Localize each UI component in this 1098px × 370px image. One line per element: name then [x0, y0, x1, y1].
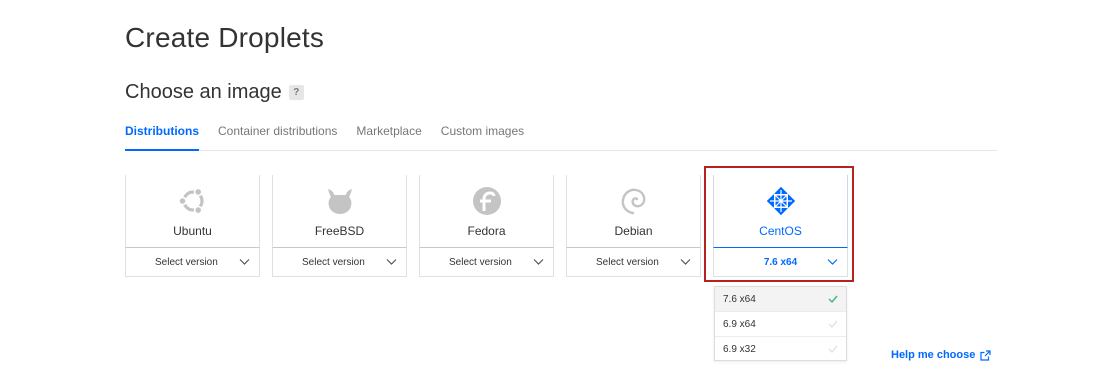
distro-card-centos[interactable]: CentOS 7.6 x64 [713, 175, 848, 277]
version-select[interactable]: Select version [125, 247, 260, 277]
fedora-icon [472, 187, 501, 215]
chevron-down-icon [386, 259, 397, 265]
tab-distributions[interactable]: Distributions [125, 124, 199, 151]
chevron-down-icon [239, 259, 250, 265]
distro-card-debian[interactable]: Debian Select version [566, 175, 701, 277]
version-option[interactable]: 6.9 x64 [715, 312, 846, 337]
distro-name: Debian [614, 224, 653, 238]
page-title: Create Droplets [125, 22, 325, 53]
version-select-label: 7.6 x64 [763, 256, 798, 268]
version-select[interactable]: Select version [419, 247, 554, 277]
distro-card-body[interactable]: Fedora [419, 175, 554, 247]
version-select-label: Select version [596, 256, 659, 268]
section-title-text: Choose an image [125, 81, 282, 103]
centos-icon [766, 186, 795, 216]
tab-container-distributions[interactable]: Container distributions [218, 124, 337, 151]
check-icon [828, 295, 838, 304]
distro-name: CentOS [759, 224, 802, 238]
distro-card-body[interactable]: Ubuntu [125, 175, 260, 247]
chevron-down-icon [533, 259, 544, 265]
distro-name: Ubuntu [173, 224, 212, 238]
tab-custom-images[interactable]: Custom images [441, 124, 524, 151]
distro-name: FreeBSD [314, 224, 365, 238]
version-option-label: 7.6 x64 [723, 293, 756, 305]
ubuntu-icon [177, 187, 204, 215]
distro-card-fedora[interactable]: Fedora Select version [419, 175, 554, 277]
version-dropdown: 7.6 x64 6.9 x64 6.9 x32 [714, 286, 847, 361]
distro-card-body[interactable]: Debian [566, 175, 701, 247]
version-select[interactable]: 7.6 x64 [713, 247, 848, 277]
chevron-down-icon [680, 259, 691, 265]
version-select-label: Select version [302, 256, 365, 268]
chevron-down-icon [827, 259, 838, 265]
version-select-label: Select version [155, 256, 218, 268]
section-title: Choose an image ? [125, 81, 304, 104]
distro-card-ubuntu[interactable]: Ubuntu Select version [125, 175, 260, 277]
help-icon[interactable]: ? [288, 85, 304, 100]
freebsd-icon [327, 189, 352, 214]
image-tabs: Distributions Container distributions Ma… [125, 124, 997, 151]
check-icon [828, 345, 838, 354]
check-icon [828, 320, 838, 329]
tab-marketplace[interactable]: Marketplace [356, 124, 421, 151]
debian-icon [621, 188, 645, 215]
version-select[interactable]: Select version [566, 247, 701, 277]
version-option-label: 6.9 x64 [723, 318, 756, 330]
distro-card-body[interactable]: FreeBSD [272, 175, 407, 247]
distro-name: Fedora [467, 224, 506, 238]
distro-card-body[interactable]: CentOS [713, 175, 848, 247]
help-me-choose-link[interactable]: Help me choose [891, 349, 991, 361]
help-link-label: Help me choose [891, 349, 976, 361]
version-option[interactable]: 6.9 x32 [715, 337, 846, 362]
version-option[interactable]: 7.6 x64 [715, 287, 846, 312]
version-select[interactable]: Select version [272, 247, 407, 277]
version-option-label: 6.9 x32 [723, 344, 756, 355]
distro-card-freebsd[interactable]: FreeBSD Select version [272, 175, 407, 277]
version-select-label: Select version [449, 256, 512, 268]
external-link-icon [980, 349, 991, 361]
